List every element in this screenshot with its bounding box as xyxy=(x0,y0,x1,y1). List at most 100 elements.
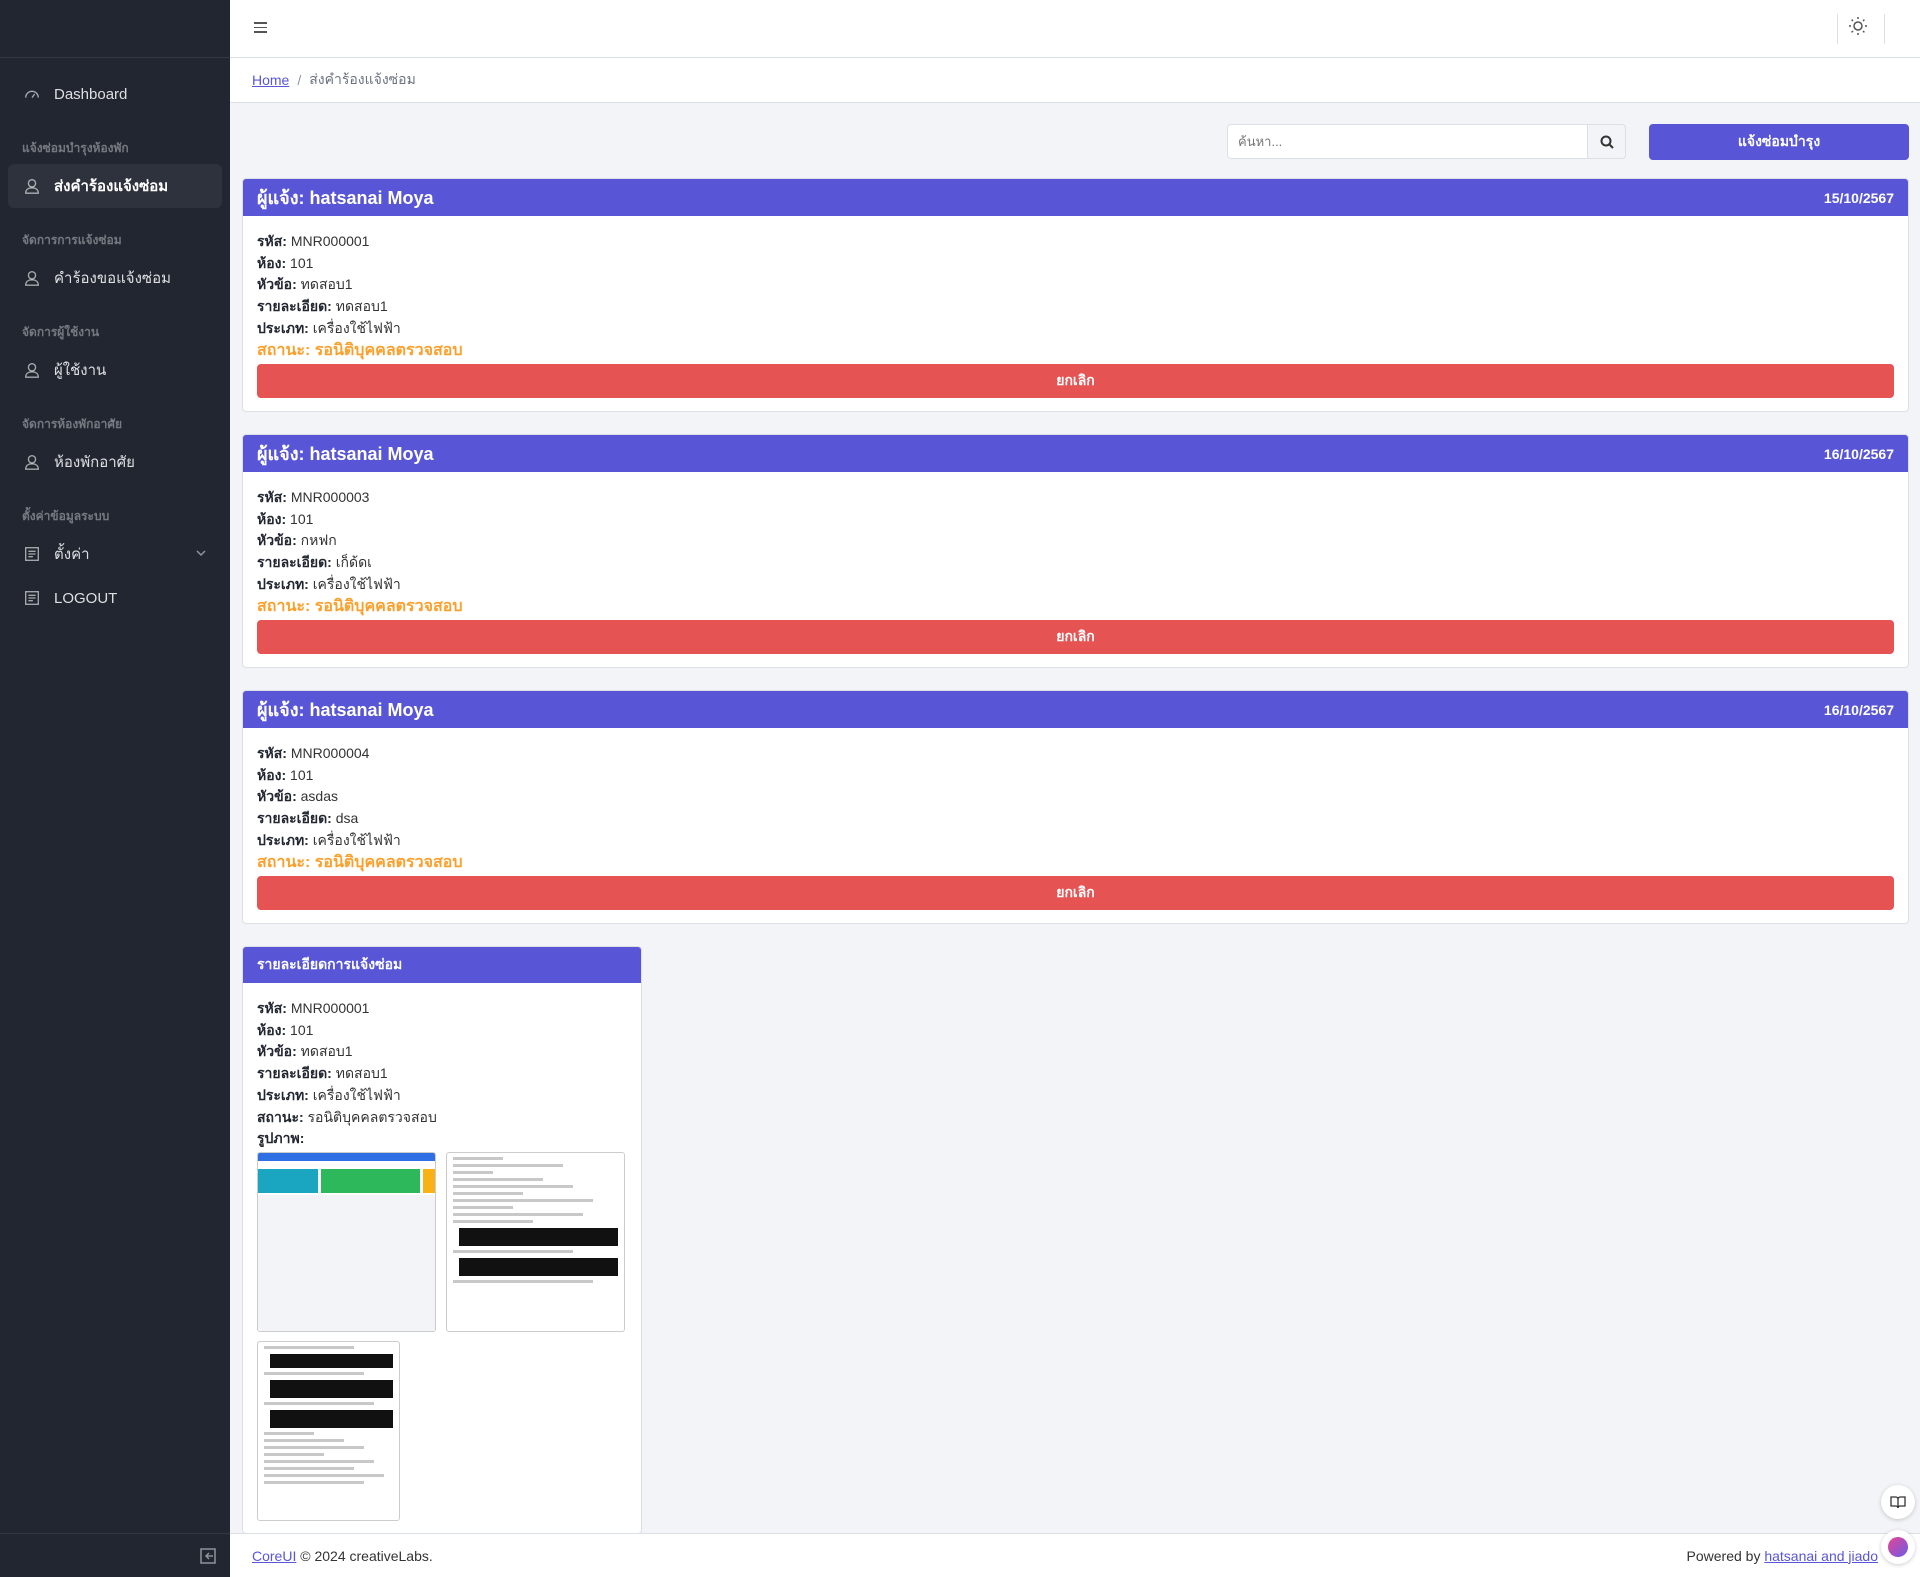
sidebar-item-label: ตั้งค่า xyxy=(54,546,90,563)
sidebar-section-title: แจ้งซ่อมบำรุงห้องพัก xyxy=(22,140,129,155)
header-divider xyxy=(1837,14,1838,44)
sidebar-item-settings[interactable]: ตั้งค่า xyxy=(8,532,222,576)
sidebar-section-title: ตั้งค่าข้อมูลระบบ xyxy=(22,508,110,523)
sidebar: Dashboard แจ้งซ่อมบำรุงห้องพัก ส่งคำร้อง… xyxy=(0,0,230,1577)
search-icon xyxy=(1600,135,1614,149)
reporter-name: ผู้แจ้ง: hatsanai Moya xyxy=(257,444,434,464)
request-code: รหัส: MNR000004 xyxy=(257,745,370,761)
detail-card-body: รหัส: MNR000001 ห้อง: 101 หัวข้อ: ทดสอบ1… xyxy=(243,983,641,1162)
sidebar-section-title: จัดการการแจ้งซ่อม xyxy=(22,232,122,247)
speedometer-icon xyxy=(22,84,42,104)
sidebar-nav: Dashboard แจ้งซ่อมบำรุงห้องพัก ส่งคำร้อง… xyxy=(0,58,230,620)
image-thumbnail[interactable] xyxy=(257,1341,400,1521)
sidebar-item-logout[interactable]: LOGOUT xyxy=(8,576,222,620)
user-icon xyxy=(22,360,42,380)
sidebar-brand xyxy=(0,0,230,58)
sun-icon[interactable] xyxy=(1848,16,1872,40)
request-date: 16/10/2567 xyxy=(1823,701,1894,718)
detail-type: ประเภท: เครื่องใช้ไฟฟ้า xyxy=(257,1086,401,1103)
detail-card: รายละเอียดการแจ้งซ่อม รหัส: MNR000001 ห้… xyxy=(242,946,642,1534)
request-date: 15/10/2567 xyxy=(1823,189,1894,206)
request-detail: รายละเอียด: เก็ด้ดเ xyxy=(257,554,372,571)
image-thumbnail[interactable] xyxy=(446,1152,625,1332)
sidebar-item-submit-request[interactable]: ส่งคำร้องแจ้งซ่อม xyxy=(8,164,222,208)
request-room: ห้อง: 101 xyxy=(257,510,314,527)
request-card: ผู้แจ้ง: hatsanai Moya 16/10/2567 รหัส: … xyxy=(242,690,1909,924)
sidebar-item-dashboard[interactable]: Dashboard xyxy=(8,72,222,116)
footer: CoreUI © 2024 creativeLabs. Powered by h… xyxy=(230,1533,1920,1577)
sidebar-item-label: ผู้ใช้งาน xyxy=(54,362,107,379)
reporter-name: ผู้แจ้ง: hatsanai Moya xyxy=(257,700,434,720)
sidebar-item-label: คำร้องขอแจ้งซ่อม xyxy=(54,270,171,287)
card-body: รหัส: MNR000001 ห้อง: 101 หัวข้อ: ทดสอบ1… xyxy=(243,216,1908,410)
request-status: สถานะ: รอนิติบุคคลตรวจสอบ xyxy=(257,597,463,615)
card-header: ผู้แจ้ง: hatsanai Moya 16/10/2567 xyxy=(243,691,1908,728)
menu-toggle-icon[interactable] xyxy=(252,19,272,39)
header xyxy=(230,0,1920,58)
sidebar-item-label: ห้องพักอาศัย xyxy=(54,454,135,471)
card-body: รหัส: MNR000003 ห้อง: 101 หัวข้อ: กหฟก ร… xyxy=(243,472,1908,666)
collapse-icon xyxy=(200,1547,216,1564)
request-topic: หัวข้อ: asdas xyxy=(257,788,338,805)
cancel-button[interactable]: ยกเลิก xyxy=(257,619,1894,654)
detail-topic: หัวข้อ: ทดสอบ1 xyxy=(257,1043,353,1060)
cancel-button[interactable]: ยกเลิก xyxy=(257,875,1894,910)
breadcrumb-home-link[interactable]: Home xyxy=(252,72,289,88)
breadcrumb: Home / ส่งคำร้องแจ้งซ่อม xyxy=(230,58,1920,103)
footer-right: Powered by hatsanai and jiado xyxy=(1687,1548,1878,1564)
card-header: ผู้แจ้ง: hatsanai Moya 15/10/2567 xyxy=(243,179,1908,216)
request-detail: รายละเอียด: ทดสอบ1 xyxy=(257,298,388,315)
request-type: ประเภท: เครื่องใช้ไฟฟ้า xyxy=(257,319,401,336)
sidebar-item-label: LOGOUT xyxy=(54,589,118,607)
request-topic: หัวข้อ: กหฟก xyxy=(257,532,337,549)
user-icon xyxy=(22,452,42,472)
request-code: รหัส: MNR000003 xyxy=(257,489,370,505)
image-thumbnail[interactable] xyxy=(257,1152,436,1332)
header-divider xyxy=(1884,14,1885,44)
footer-copyright: © 2024 creativeLabs. xyxy=(300,1547,433,1564)
search-input[interactable] xyxy=(1227,124,1588,159)
sidebar-item-label: Dashboard xyxy=(54,85,128,103)
reporter-name: ผู้แจ้ง: hatsanai Moya xyxy=(257,188,434,208)
assistant-icon[interactable] xyxy=(1881,1530,1915,1564)
chevron-down-icon xyxy=(194,546,208,564)
sidebar-item-requests[interactable]: คำร้องขอแจ้งซ่อม xyxy=(8,256,222,300)
detail-code: รหัส: MNR000001 xyxy=(257,1000,370,1016)
user-icon xyxy=(22,176,42,196)
request-room: ห้อง: 101 xyxy=(257,254,314,271)
request-card: ผู้แจ้ง: hatsanai Moya 16/10/2567 รหัส: … xyxy=(242,434,1909,668)
request-type: ประเภท: เครื่องใช้ไฟฟ้า xyxy=(257,575,401,592)
card-header: ผู้แจ้ง: hatsanai Moya 16/10/2567 xyxy=(243,435,1908,472)
sidebar-item-label: ส่งคำร้องแจ้งซ่อม xyxy=(54,178,169,195)
user-icon xyxy=(22,268,42,288)
request-status: สถานะ: รอนิติบุคคลตรวจสอบ xyxy=(257,853,463,871)
sidebar-toggler[interactable] xyxy=(0,1533,230,1577)
search-bar xyxy=(1227,124,1626,159)
footer-powered-by: Powered by xyxy=(1686,1547,1761,1564)
sidebar-item-rooms[interactable]: ห้องพักอาศัย xyxy=(8,440,222,484)
footer-left: CoreUI © 2024 creativeLabs. xyxy=(252,1548,433,1564)
request-status: สถานะ: รอนิติบุคคลตรวจสอบ xyxy=(257,341,463,359)
report-repair-button[interactable]: แจ้งซ่อมบำรุง xyxy=(1649,124,1909,160)
author-link[interactable]: hatsanai and jiado xyxy=(1764,1548,1878,1564)
request-card: ผู้แจ้ง: hatsanai Moya 15/10/2567 รหัส: … xyxy=(242,178,1909,412)
search-button[interactable] xyxy=(1588,124,1626,159)
sidebar-item-users[interactable]: ผู้ใช้งาน xyxy=(8,348,222,392)
sidebar-section-title: จัดการห้องพักอาศัย xyxy=(22,416,123,431)
detail-card-header: รายละเอียดการแจ้งซ่อม xyxy=(243,947,641,983)
request-code: รหัส: MNR000001 xyxy=(257,233,370,249)
breadcrumb-current: ส่งคำร้องแจ้งซ่อม xyxy=(309,71,416,87)
detail-room: ห้อง: 101 xyxy=(257,1021,314,1038)
sidebar-section-title: จัดการผู้ใช้งาน xyxy=(22,324,100,339)
reader-icon[interactable] xyxy=(1881,1485,1915,1519)
detail-detail: รายละเอียด: ทดสอบ1 xyxy=(257,1065,388,1082)
notes-icon xyxy=(22,544,42,564)
coreui-link[interactable]: CoreUI xyxy=(252,1548,296,1564)
request-topic: หัวข้อ: ทดสอบ1 xyxy=(257,276,353,293)
detail-images-label: รูปภาพ: xyxy=(257,1130,305,1147)
request-date: 16/10/2567 xyxy=(1823,445,1894,462)
detail-status: สถานะ: รอนิติบุคคลตรวจสอบ xyxy=(257,1108,437,1125)
request-type: ประเภท: เครื่องใช้ไฟฟ้า xyxy=(257,831,401,848)
request-detail: รายละเอียด: dsa xyxy=(257,810,359,827)
cancel-button[interactable]: ยกเลิก xyxy=(257,363,1894,398)
